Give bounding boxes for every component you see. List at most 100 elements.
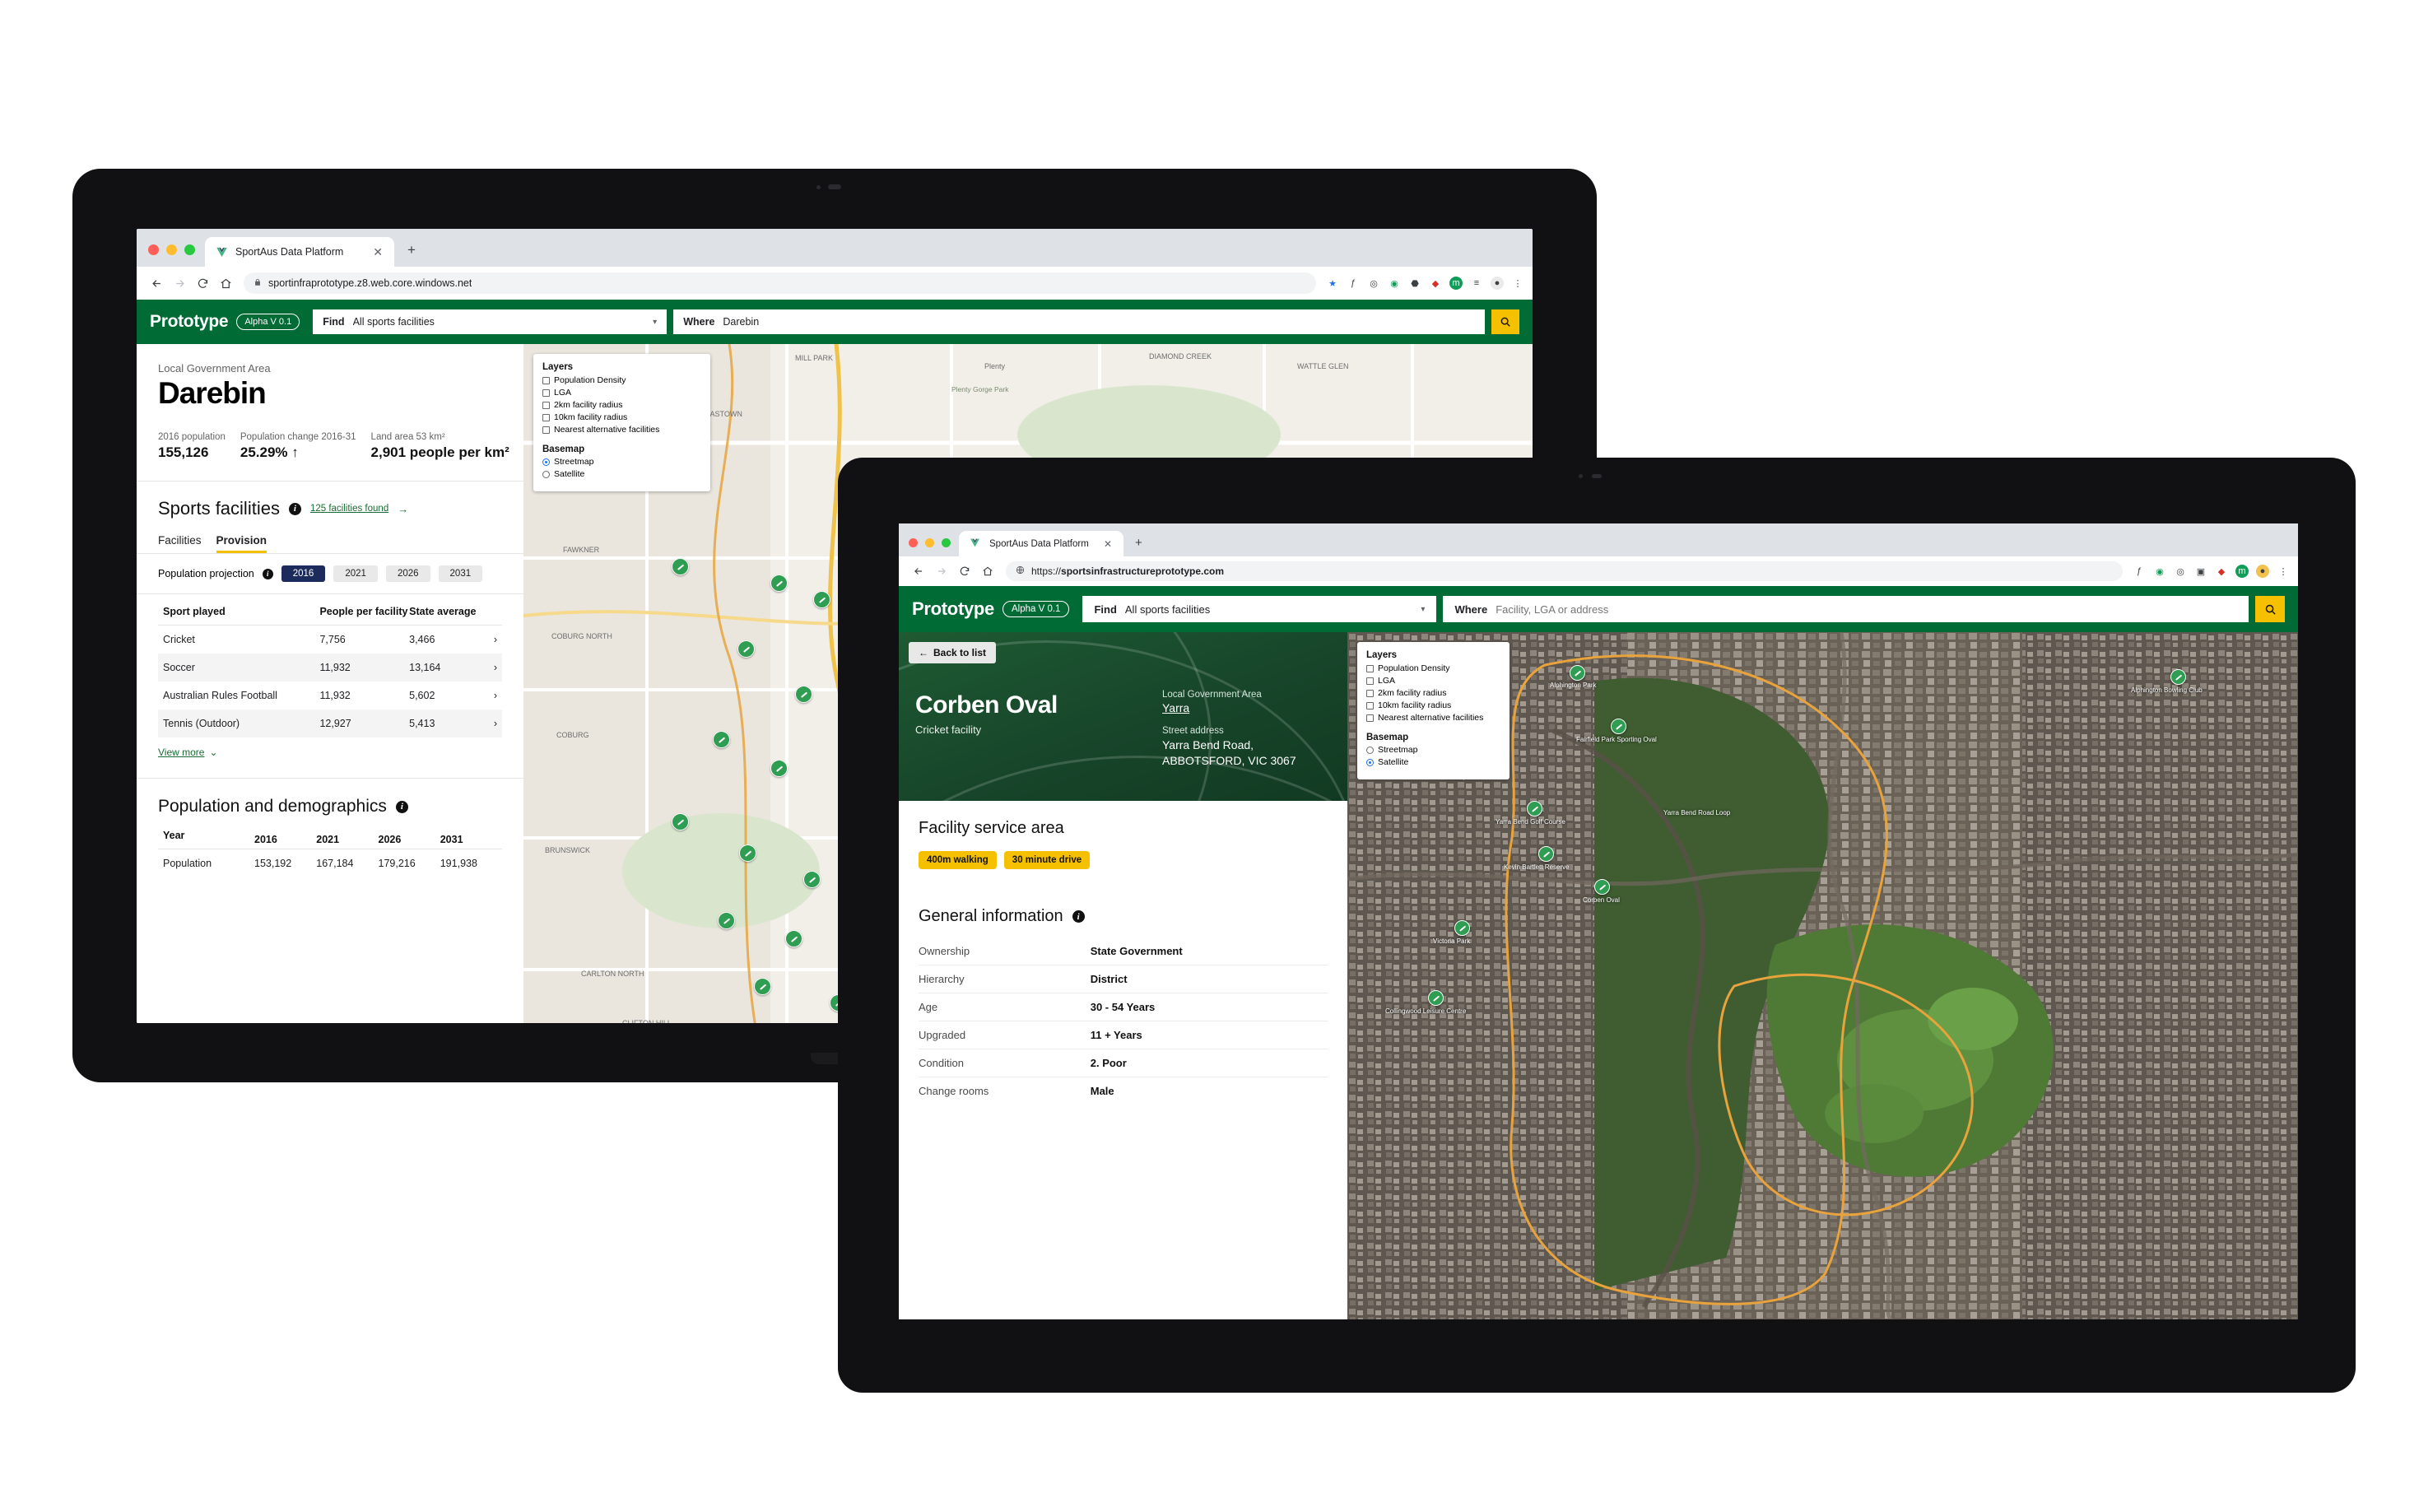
window-controls[interactable] [899,538,959,556]
map-pin[interactable] [713,731,730,748]
where-input[interactable] [1496,602,2237,616]
new-tab-button[interactable]: + [394,243,427,267]
checkbox[interactable] [1366,714,1374,722]
maximize-window-button[interactable] [942,538,951,547]
chevron-down-icon[interactable]: ▾ [1421,605,1425,614]
chevron-right-icon[interactable]: › [481,654,502,682]
view-more-link[interactable]: View more [158,747,204,758]
browser-tab[interactable]: SportAus Data Platform ✕ [205,237,394,267]
chevron-down-icon[interactable]: ▾ [653,318,657,327]
map-pin[interactable] [1611,719,1626,734]
where-field[interactable]: Where [1443,596,2249,622]
laptop-layers-panel[interactable]: Layers Population Density LGA 2km facili… [533,354,710,491]
map-pin[interactable] [1527,801,1542,816]
info-icon[interactable]: i [1072,910,1085,923]
basemap-option-satellite[interactable]: Satellite [542,469,701,479]
map-pin[interactable] [672,813,689,830]
chip-year-2026[interactable]: 2026 [385,565,430,582]
extension-green-icon[interactable]: ◉ [1388,277,1401,290]
map-pin[interactable] [1428,990,1444,1006]
layer-option-2km-radius[interactable]: 2km facility radius [542,400,701,410]
map-pin[interactable] [770,760,788,777]
basemap-option-streetmap[interactable]: Streetmap [1366,745,1500,755]
map-pin[interactable] [754,978,771,995]
address-bar[interactable]: https://sportsinfrastructureprototype.co… [1006,561,2123,581]
minimize-window-button[interactable] [925,538,934,547]
extension-fire-icon[interactable]: ◆ [2215,565,2228,578]
search-button[interactable] [1491,309,1519,334]
chip-year-2016[interactable]: 2016 [281,565,326,582]
basemap-option-satellite[interactable]: Satellite [1366,757,1500,767]
badge-30-minute-drive[interactable]: 30 minute drive [1003,851,1091,869]
map-pin[interactable] [795,686,812,703]
table-row[interactable]: Tennis (Outdoor) 12,927 5,413 › [158,709,502,737]
map-pin-corben-oval[interactable] [1594,879,1610,895]
layer-option-nearest-alternative[interactable]: Nearest alternative facilities [1366,713,1500,723]
checkbox[interactable] [1366,677,1374,685]
table-row[interactable]: Soccer 11,932 13,164 › [158,654,502,682]
chevron-down-icon[interactable]: ⌄ [209,747,217,758]
back-icon[interactable] [907,560,930,583]
find-field[interactable]: Find All sports facilities ▾ [1082,596,1437,622]
layer-option-nearest-alternative[interactable]: Nearest alternative facilities [542,425,701,435]
map-pin[interactable] [672,558,689,575]
basemap-option-streetmap[interactable]: Streetmap [542,457,701,467]
radio-button[interactable] [1366,746,1374,754]
table-row[interactable]: Australian Rules Football 11,932 5,602 › [158,682,502,709]
checkbox[interactable] [542,388,550,397]
extension-image-icon[interactable]: ▣ [2194,565,2207,578]
address-bar[interactable]: sportinfraprototype.z8.web.core.windows.… [244,272,1316,294]
where-field[interactable]: Where Darebin [673,309,1485,334]
chevron-right-icon[interactable]: › [481,626,502,654]
tablet-map[interactable]: Alphington Park Alphington Bowling Club … [1347,632,2298,1319]
extension-circle-icon[interactable]: ◎ [2174,565,2187,578]
tab-facilities[interactable]: Facilities [158,534,202,553]
checkbox[interactable] [1366,701,1374,709]
extension-script-icon[interactable]: ƒ [2133,565,2146,578]
map-pin[interactable] [718,912,735,929]
map-pin[interactable] [2170,669,2186,685]
profile-avatar[interactable]: m [2235,565,2249,578]
map-pin[interactable] [737,640,755,658]
map-pin[interactable] [739,844,756,862]
layer-option-2km-radius[interactable]: 2km facility radius [1366,688,1500,698]
checkbox[interactable] [1366,689,1374,697]
layer-option-population-density[interactable]: Population Density [542,375,701,385]
back-to-list-button[interactable]: ← Back to list [909,642,997,663]
map-pin[interactable] [770,575,788,592]
layer-option-lga[interactable]: LGA [1366,676,1500,686]
maximize-window-button[interactable] [184,244,195,255]
chevron-right-icon[interactable]: › [481,682,502,709]
back-icon[interactable] [145,272,168,295]
browser-tab[interactable]: SportAus Data Platform ✕ [959,531,1123,556]
search-button[interactable] [2255,596,2285,622]
extension-script-icon[interactable]: ƒ [1347,277,1360,290]
extension-fire-icon[interactable]: ◆ [1429,277,1442,290]
chrome-menu-icon[interactable]: ⋮ [2277,565,2290,578]
forward-icon[interactable] [930,560,953,583]
minimize-window-button[interactable] [166,244,177,255]
close-window-button[interactable] [148,244,159,255]
checkbox[interactable] [542,426,550,434]
window-controls[interactable] [137,244,205,267]
facilities-found-link[interactable]: 125 facilities found [310,504,388,514]
more-tools-icon[interactable]: ≡ [1470,277,1483,290]
extension-circle-icon[interactable]: ◎ [1367,277,1380,290]
checkbox[interactable] [1366,664,1374,672]
map-pin[interactable] [1454,920,1470,936]
new-tab-button[interactable]: + [1123,537,1152,556]
radio-button[interactable] [542,458,550,466]
home-icon[interactable] [976,560,999,583]
arrow-right-icon[interactable]: → [398,503,408,515]
map-pin[interactable] [803,871,821,888]
map-pin[interactable] [1570,665,1585,681]
chevron-right-icon[interactable]: › [481,709,502,737]
badge-400m-walking[interactable]: 400m walking [919,851,997,869]
account-avatar[interactable]: ● [1491,277,1504,290]
chip-year-2021[interactable]: 2021 [333,565,378,582]
checkbox[interactable] [542,413,550,421]
map-pin[interactable] [785,930,802,947]
layer-option-population-density[interactable]: Population Density [1366,663,1500,673]
info-icon[interactable]: i [395,800,408,813]
radio-button[interactable] [1366,758,1374,766]
